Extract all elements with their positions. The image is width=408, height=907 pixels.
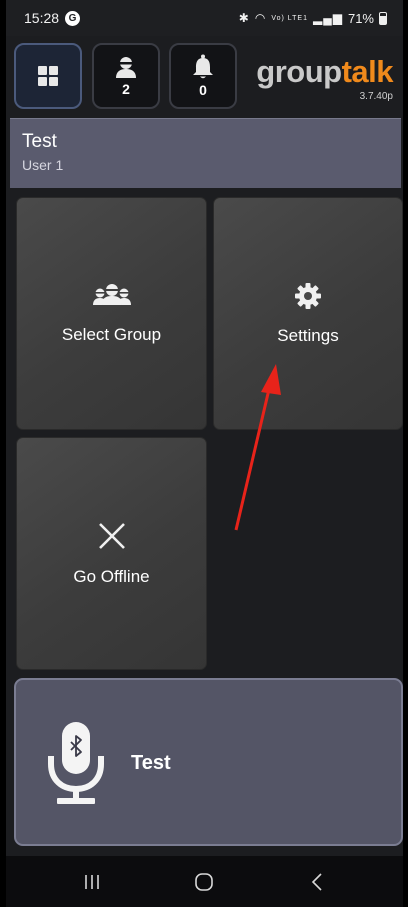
settings-label: Settings — [277, 325, 339, 345]
select-group-tile[interactable]: Select Group — [16, 197, 207, 430]
wifi-icon: ◠ — [254, 11, 267, 25]
user-icon — [116, 57, 136, 78]
close-icon — [98, 522, 125, 549]
back-icon — [311, 872, 322, 891]
go-offline-label: Go Offline — [73, 566, 150, 586]
logo-group-text: group — [256, 54, 342, 89]
battery-icon — [379, 11, 387, 25]
gear-icon — [295, 282, 321, 309]
user-name: Test — [22, 131, 57, 152]
bluetooth-mic-icon — [48, 722, 104, 804]
current-user-band[interactable]: Test User 1 — [10, 118, 401, 188]
recent-apps-button[interactable] — [72, 862, 112, 902]
back-nav-button[interactable] — [297, 862, 337, 902]
recents-icon — [85, 874, 99, 889]
group-icon — [92, 283, 131, 305]
user-subtitle: User 1 — [22, 157, 64, 173]
signal-icon: ▂▄▆ — [313, 11, 343, 25]
push-to-talk-panel[interactable]: Test — [14, 678, 403, 846]
users-count: 2 — [122, 81, 130, 97]
home-button[interactable] — [14, 43, 82, 109]
android-nav-bar — [6, 856, 403, 907]
bell-icon — [193, 54, 213, 79]
home-nav-button[interactable] — [184, 862, 224, 902]
select-group-label: Select Group — [61, 324, 162, 344]
network-indicator: Vo) LTE1 — [271, 14, 308, 22]
bluetooth-icon: ✱ — [238, 11, 250, 25]
phone-screen: 15:28 G ✱ ◠ Vo) LTE1 ▂▄▆ 71% 2 0 groupta… — [6, 0, 403, 907]
home-circle-icon — [195, 872, 214, 891]
app-version: 3.7.40p — [359, 91, 393, 102]
settings-tile[interactable]: Settings — [213, 197, 403, 430]
logo-talk-text: talk — [341, 54, 394, 89]
grid-icon — [38, 66, 58, 86]
battery-percent: 71% — [347, 10, 374, 26]
status-time: 15:28 — [24, 10, 60, 26]
alerts-button[interactable]: 0 — [169, 43, 237, 109]
app-bar: 2 0 grouptalk 3.7.40p — [6, 36, 403, 116]
ptt-channel-label: Test — [131, 752, 171, 774]
status-bar: 15:28 G ✱ ◠ Vo) LTE1 ▂▄▆ 71% — [6, 0, 403, 36]
grouptalk-logo: grouptalk 3.7.40p — [256, 56, 393, 102]
go-offline-tile[interactable]: Go Offline — [16, 437, 207, 670]
alerts-count: 0 — [199, 82, 207, 98]
users-button[interactable]: 2 — [92, 43, 160, 109]
google-notification-icon: G — [65, 10, 81, 26]
